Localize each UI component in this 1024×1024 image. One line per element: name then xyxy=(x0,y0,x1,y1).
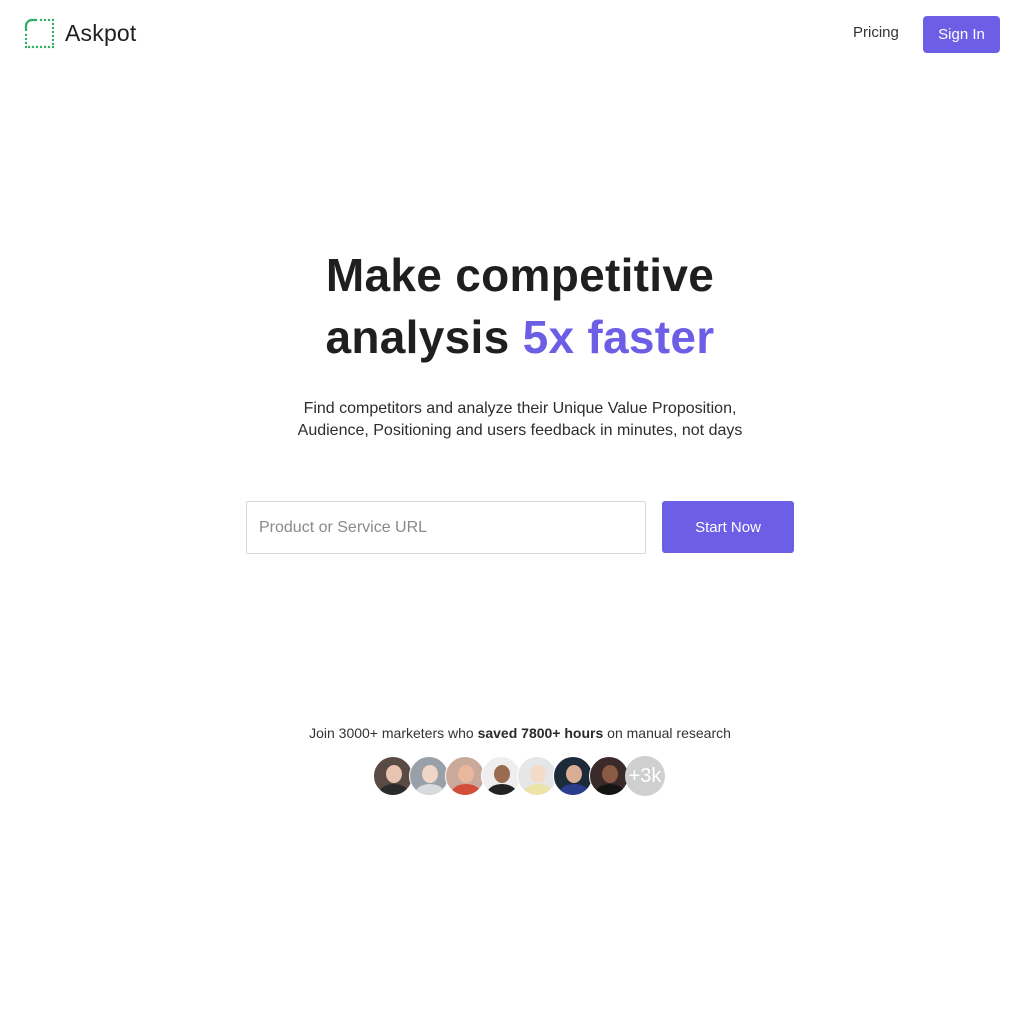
hero-title: Make competitive analysis 5x faster xyxy=(0,244,1024,368)
avatar xyxy=(481,756,521,796)
proof-text-bold: saved 7800+ hours xyxy=(477,725,604,741)
hero-title-accent: 5x faster xyxy=(522,311,715,363)
brand-name: Askpot xyxy=(65,20,137,46)
avatar-more-count: +3k xyxy=(625,756,665,796)
avatar xyxy=(373,756,413,796)
nav-pricing-link[interactable]: Pricing xyxy=(853,24,899,41)
brand[interactable]: Askpot xyxy=(24,18,137,49)
product-url-input[interactable] xyxy=(246,501,646,554)
hero-subtitle-line1: Find competitors and analyze their Uniqu… xyxy=(303,400,737,417)
avatar xyxy=(589,756,629,796)
hero-title-line1: Make competitive xyxy=(325,249,715,301)
avatar xyxy=(409,756,449,796)
avatar xyxy=(517,756,557,796)
hero-title-line2: analysis xyxy=(325,311,510,363)
avatar-group: +3k xyxy=(373,756,673,796)
hero-subtitle-line2: Audience, Positioning and users feedback… xyxy=(297,422,743,439)
avatar xyxy=(445,756,485,796)
dotted-square-logo-icon xyxy=(24,18,55,49)
landing-page: Askpot Pricing Sign In Make competitive … xyxy=(0,0,1024,1024)
avatar xyxy=(553,756,593,796)
sign-in-button[interactable]: Sign In xyxy=(923,16,1000,53)
top-nav: Askpot Pricing Sign In xyxy=(0,0,1024,68)
start-now-button[interactable]: Start Now xyxy=(662,501,794,553)
proof-text-before: Join 3000+ marketers who xyxy=(309,725,478,741)
proof-text-after: on manual research xyxy=(603,725,731,741)
hero-subtitle: Find competitors and analyze their Uniqu… xyxy=(0,398,1024,442)
social-proof-text: Join 3000+ marketers who saved 7800+ hou… xyxy=(0,725,1024,741)
